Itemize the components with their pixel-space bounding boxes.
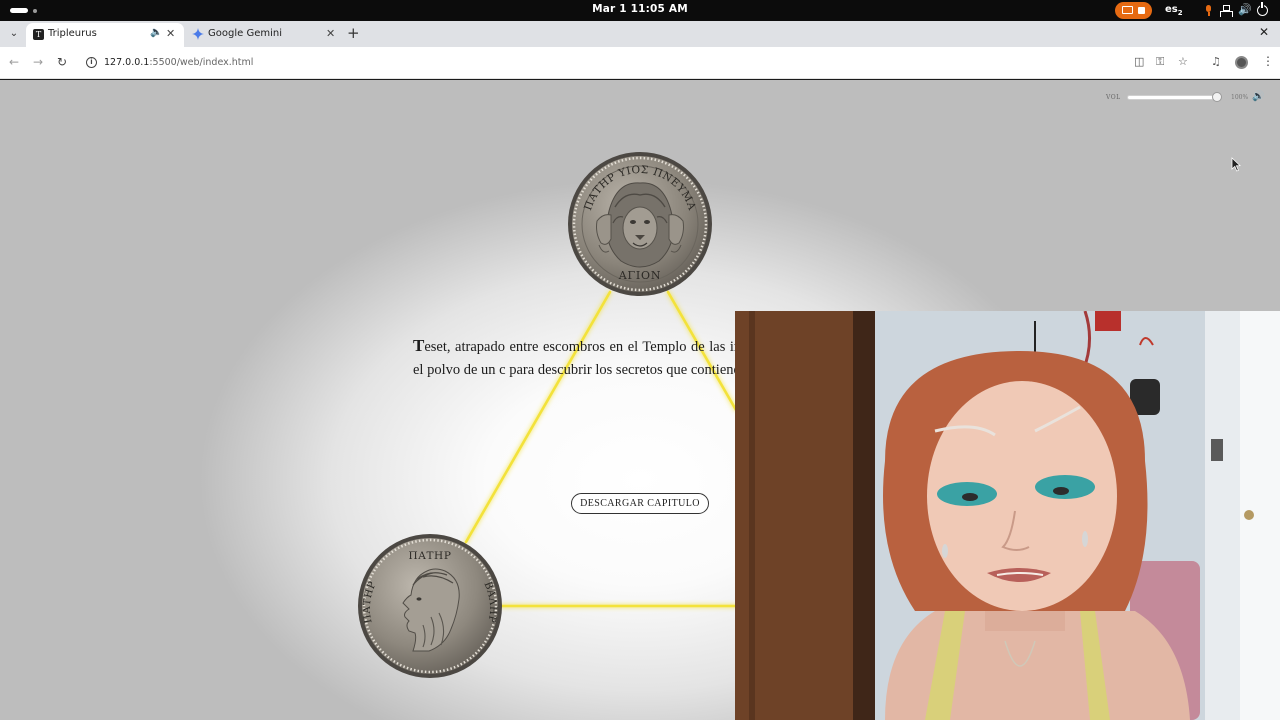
system-top-bar: Mar 1 11:05 AM es2 🔊 [0,0,1280,21]
volume-value: 100% [1231,94,1249,101]
speaker-icon[interactable]: 🔊 [1252,91,1264,102]
mouse-cursor-icon [1231,157,1241,172]
power-icon[interactable] [1257,2,1268,16]
browser-menu-icon[interactable]: ⋮ [1262,54,1274,68]
tab-search-chevron-icon[interactable]: ⌄ [7,27,21,41]
coin-left-top-inscription: ΠΑΤΗΡ [409,550,452,562]
url-path: :5500/web/index.html [149,57,254,68]
coin-lion-art: ΠΑΤΗΡ ΥΙΟΣ ΠΝΕΥΜΑ ΑΓΙΟΝ [568,152,712,296]
input-language-index: 2 [1177,9,1183,17]
stop-icon [1138,7,1145,14]
input-language-code: es [1165,4,1178,15]
media-controls-icon[interactable]: ♫ [1211,55,1221,68]
volume-label: VOL [1106,94,1121,101]
download-chapter-button[interactable]: DESCARGAR CAPITULO [571,493,709,514]
tab-audio-playing-icon[interactable]: 🔈 [150,27,162,38]
browser-tab-strip: ⌄ T Tripleurus 🔈 ✕ Google Gemini ✕ + ✕ [0,21,1280,47]
network-icon[interactable] [1220,5,1233,17]
coin-trinity-lion[interactable]: ΠΑΤΗΡ ΥΙΟΣ ΠΝΕΥΜΑ ΑΓΙΟΝ [567,151,713,297]
reload-icon[interactable]: ↻ [57,55,67,69]
tab-google-gemini[interactable]: Google Gemini ✕ [186,23,344,47]
window-close-icon[interactable]: ✕ [1259,25,1269,39]
volume-slider-thumb[interactable] [1212,92,1222,102]
input-language-indicator[interactable]: es2 [1165,4,1183,17]
tab-title: Tripleurus [48,28,97,39]
volume-control: VOL 100% 🔊 [1104,91,1269,103]
screen-recording-indicator[interactable] [1115,2,1152,19]
tab-tripleurus[interactable]: T Tripleurus 🔈 ✕ [26,23,184,47]
bookmark-star-icon[interactable]: ☆ [1178,55,1188,68]
webcam-feed-image [735,311,1280,720]
tab-close-icon[interactable]: ✕ [166,27,175,40]
tab-close-icon[interactable]: ✕ [326,27,335,40]
webcam-overlay[interactable] [735,311,1280,720]
profile-avatar-icon[interactable] [1235,56,1248,69]
volume-icon[interactable]: 🔊 [1238,3,1252,16]
tab-title: Google Gemini [208,28,282,39]
url-host: 127.0.0.1 [104,57,150,68]
forward-arrow-icon[interactable]: → [33,55,43,69]
address-bar[interactable]: 127.0.0.1:5500/web/index.html [104,57,253,68]
gemini-star-icon [192,28,204,40]
screencast-icon [1122,6,1133,14]
volume-slider-track[interactable] [1128,96,1220,99]
coin-laureate-head[interactable]: ΠΑΤΗΡ ΠΑΤΗΡ ΒΑΛΗΡ [357,533,503,679]
new-tab-plus-icon[interactable]: + [347,24,360,42]
coin-head-art: ΠΑΤΗΡ ΠΑΤΗΡ ΒΑΛΗΡ [358,534,502,678]
site-info-icon[interactable]: i [86,57,97,68]
system-clock[interactable]: Mar 1 11:05 AM [0,3,1280,15]
microphone-icon[interactable] [1203,5,1214,16]
tripleurus-favicon-icon: T [33,29,44,40]
back-arrow-icon[interactable]: ← [9,55,19,69]
browser-toolbar: ← → ↻ i 127.0.0.1:5500/web/index.html ◫ … [0,47,1280,79]
translate-icon[interactable]: ◫ [1134,55,1144,68]
password-key-icon[interactable]: ⚿ [1156,55,1164,69]
coin-bottom-inscription: ΑΓΙΟΝ [618,269,662,282]
